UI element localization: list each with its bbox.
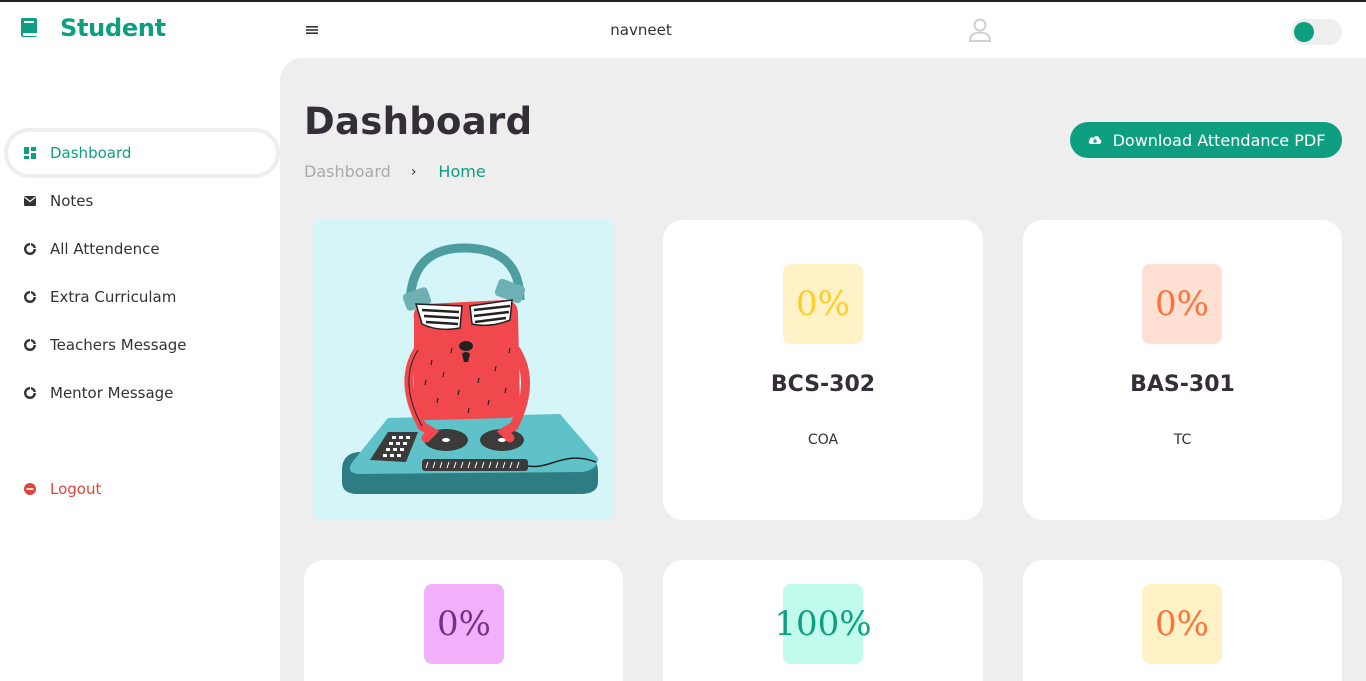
logout-label: Logout [50, 480, 102, 498]
sidebar: Dashboard Notes All Attendence Extra Cur… [0, 58, 280, 681]
pie-chart-icon [24, 339, 36, 351]
top-bar: Student navneet [0, 2, 1366, 58]
subject-code: BCS-302 [770, 372, 876, 397]
sidebar-item-label: Notes [50, 192, 94, 210]
sidebar-item-label: All Attendence [50, 240, 160, 258]
sidebar-item-all-attendence[interactable]: All Attendence [8, 228, 276, 270]
envelope-icon [24, 196, 36, 206]
subject-name: COA [807, 432, 839, 448]
dj-monster-illustration [314, 220, 614, 520]
pie-chart-icon [24, 291, 36, 303]
grid-icon [24, 147, 36, 159]
sidebar-item-label: Teachers Message [50, 336, 187, 354]
sidebar-item-label: Mentor Message [50, 384, 174, 402]
brand[interactable]: Student [20, 14, 166, 42]
attendance-percent-badge: 100% [774, 584, 872, 664]
user-icon[interactable] [966, 16, 994, 44]
username: navneet [610, 21, 672, 39]
subject-card[interactable]: 0% [1023, 560, 1342, 681]
main-content: Dashboard Dashboard › Home Download Atte… [280, 58, 1366, 681]
page-title: Dashboard [304, 100, 533, 143]
download-button-label: Download Attendance PDF [1112, 130, 1326, 150]
theme-toggle[interactable] [1291, 19, 1342, 45]
sidebar-item-label: Extra Curriculam [50, 288, 177, 306]
sidebar-item-label: Dashboard [50, 144, 132, 162]
breadcrumb: Dashboard › Home [304, 162, 486, 181]
toggle-knob [1294, 22, 1314, 42]
breadcrumb-item[interactable]: Dashboard [304, 162, 391, 181]
subject-card[interactable]: 0% BAS-301 TC [1023, 220, 1342, 520]
attendance-percent-badge: 0% [1142, 264, 1222, 344]
pie-chart-icon [24, 243, 36, 255]
cloud-download-icon [1088, 136, 1101, 144]
subject-card[interactable]: 0% [304, 560, 623, 681]
book-icon [21, 18, 37, 37]
subject-card[interactable]: 0% BCS-302 COA [663, 220, 983, 520]
attendance-percent-badge: 0% [424, 584, 504, 664]
attendance-percent-badge: 0% [783, 264, 863, 344]
sidebar-item-dashboard[interactable]: Dashboard [8, 132, 276, 174]
subject-name: TC [1173, 432, 1192, 448]
sidebar-item-teachers-message[interactable]: Teachers Message [8, 324, 276, 366]
sidebar-item-extra-curriculam[interactable]: Extra Curriculam [8, 276, 276, 318]
subject-card[interactable]: 100% [663, 560, 983, 681]
logout-icon [24, 483, 36, 495]
brand-name: Student [60, 14, 166, 42]
breadcrumb-item[interactable]: Home [438, 162, 485, 181]
sidebar-item-notes[interactable]: Notes [8, 180, 276, 222]
logout-button[interactable]: Logout [8, 468, 276, 510]
attendance-percent-badge: 0% [1142, 584, 1222, 664]
download-attendance-button[interactable]: Download Attendance PDF [1070, 122, 1342, 158]
sidebar-item-mentor-message[interactable]: Mentor Message [8, 372, 276, 414]
pie-chart-icon [24, 387, 36, 399]
chevron-right-icon: › [410, 163, 417, 180]
hamburger-menu-icon[interactable] [304, 22, 320, 38]
subject-code: BAS-301 [1130, 372, 1235, 397]
